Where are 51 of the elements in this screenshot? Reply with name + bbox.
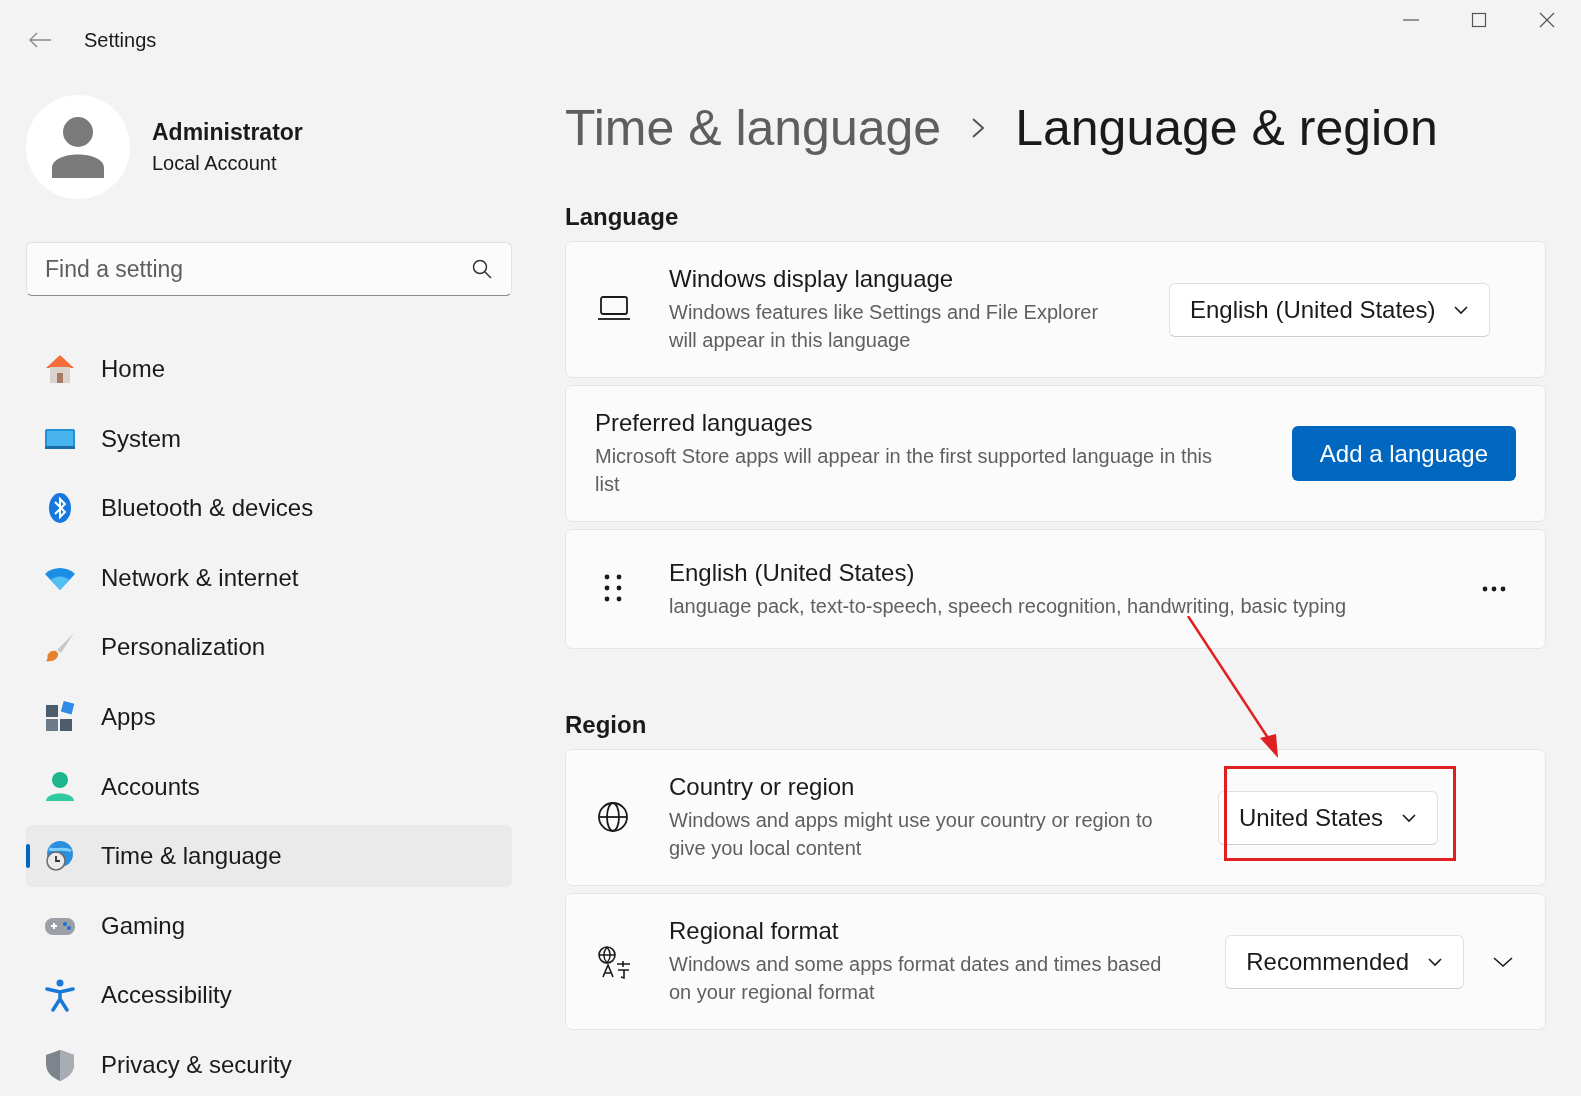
setting-title: Regional format [669,917,840,945]
dropdown[interactable]: Recommended [1225,934,1464,989]
chevron-right-icon [971,117,986,139]
chevron-icon [1492,955,1514,968]
search-icon [472,259,492,279]
setting-title: Country or region [669,773,856,801]
nav-item[interactable]: System [26,407,512,470]
nav-item[interactable]: Apps [26,685,512,748]
chevron-down-icon [1453,304,1470,315]
setting-title: English (United States) [669,558,916,587]
setting-description: Windows and some apps format dates and times based on your regional format [669,952,1163,1005]
nav-item[interactable]: Accessibility [26,964,512,1027]
setting-description: Windows and apps might use your country or region to give you local content [669,808,1154,861]
section-heading: Language [565,202,680,232]
shield-icon [43,1047,77,1082]
selection-indicator [26,844,30,869]
nav-item[interactable]: Bluetooth & devices [26,477,512,540]
nav-item[interactable]: Network & internet [26,546,512,609]
breadcrumb-link[interactable]: Time & language [565,99,942,157]
nav-item[interactable]: Privacy & security [26,1033,512,1096]
user-name: Administrator [152,119,303,146]
nav-item[interactable]: Accounts [26,755,512,818]
page-title: Language & region [1015,99,1438,157]
dropdown[interactable]: English (United States) [1169,282,1491,337]
back-arrow-icon [28,32,52,48]
setting-description: language pack, text-to-speech, speech recognition, handwriting, basic typing [669,593,1348,619]
nav-item[interactable]: Home [26,338,512,400]
chevron-down-icon [1401,812,1417,823]
nav-item[interactable]: Personalization [26,616,512,679]
maximize-icon [1471,12,1487,28]
window-title: Settings [84,28,157,52]
person-silhouette-icon [52,116,104,178]
nav-item[interactable]: Time & language [26,825,512,888]
language-format-icon [596,943,632,980]
minimize-icon [1403,19,1419,21]
section-heading: Region [565,710,648,740]
chevron-down-icon [1427,956,1443,967]
person-icon [43,769,77,804]
search-field[interactable]: Find a setting [26,242,512,296]
account-type: Local Account [152,152,278,175]
dropdown[interactable]: United States [1217,790,1438,845]
nav-item[interactable]: Gaming [26,894,512,957]
add-language-button[interactable]: Add a language [1291,426,1516,481]
setting-description: Windows features like Settings and File Explorer will appear in this language [669,300,1100,353]
setting-title: Windows display language [669,265,955,293]
close-icon [1539,12,1555,28]
setting-title: Preferred languages [595,409,814,437]
apps-icon [43,699,77,734]
more-icon [1482,586,1506,592]
accessibility-icon [43,978,77,1013]
setting-description: Microsoft Store apps will appear in the first supported language in this list [595,444,1213,497]
